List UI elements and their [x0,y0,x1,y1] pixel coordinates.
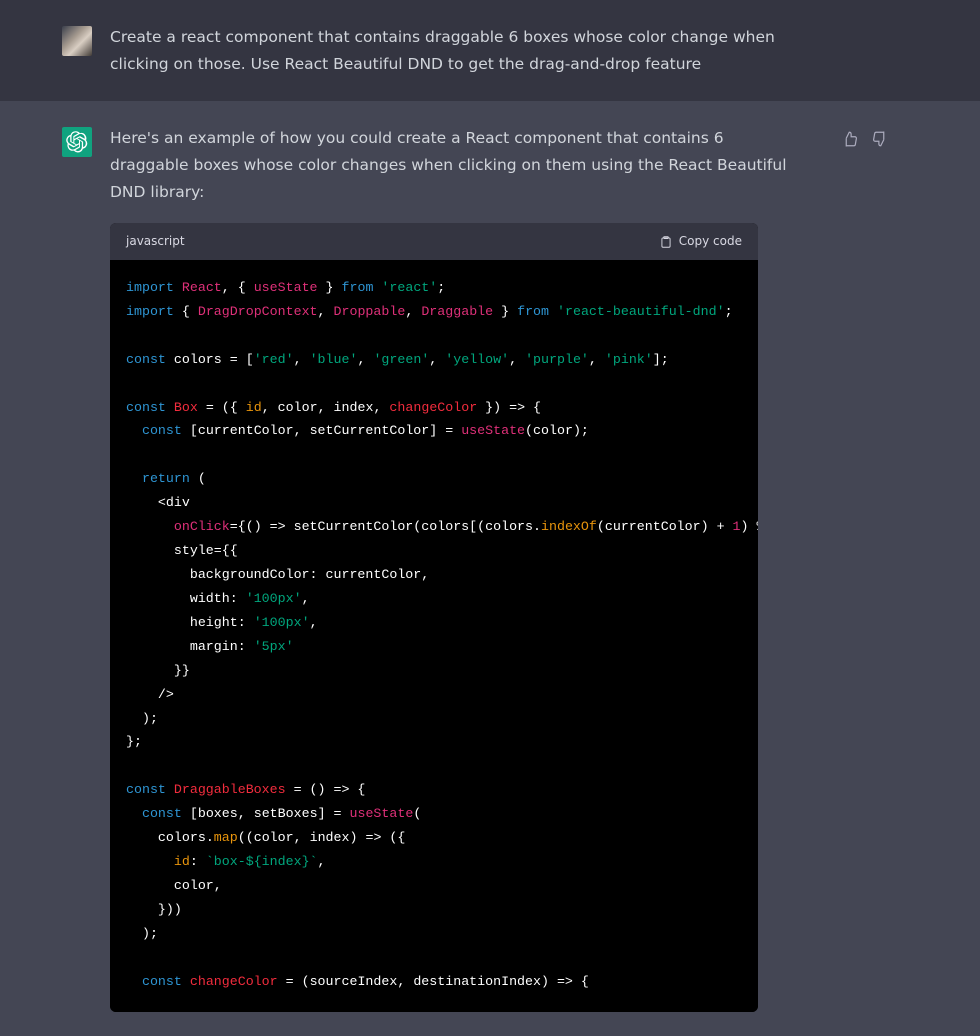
clipboard-icon [659,235,673,249]
user-message-text: Create a react component that contains d… [110,24,800,77]
thumbs-down-button[interactable] [870,129,890,149]
user-actions-gutter [800,24,920,77]
avatar-gutter [0,125,110,1011]
assistant-avatar [62,127,92,157]
assistant-content: Here's an example of how you could creat… [110,125,800,1011]
copy-code-button[interactable]: Copy code [659,231,742,252]
user-message-row: Create a react component that contains d… [0,0,980,101]
thumbs-up-button[interactable] [840,129,860,149]
assistant-actions [800,125,920,1011]
avatar-gutter [0,24,110,77]
thumbs-up-icon [841,130,859,148]
assistant-message-text: Here's an example of how you could creat… [110,125,790,205]
openai-logo-icon [66,131,88,153]
assistant-message-row: Here's an example of how you could creat… [0,101,980,1035]
code-body[interactable]: import React, { useState } from 'react';… [110,260,758,1012]
thumbs-down-icon [871,130,889,148]
code-block-header: javascript Copy code [110,223,758,260]
code-language-label: javascript [126,231,185,252]
user-avatar [62,26,92,56]
code-block: javascript Copy code import React, { use… [110,223,758,1011]
copy-code-label: Copy code [679,231,742,252]
